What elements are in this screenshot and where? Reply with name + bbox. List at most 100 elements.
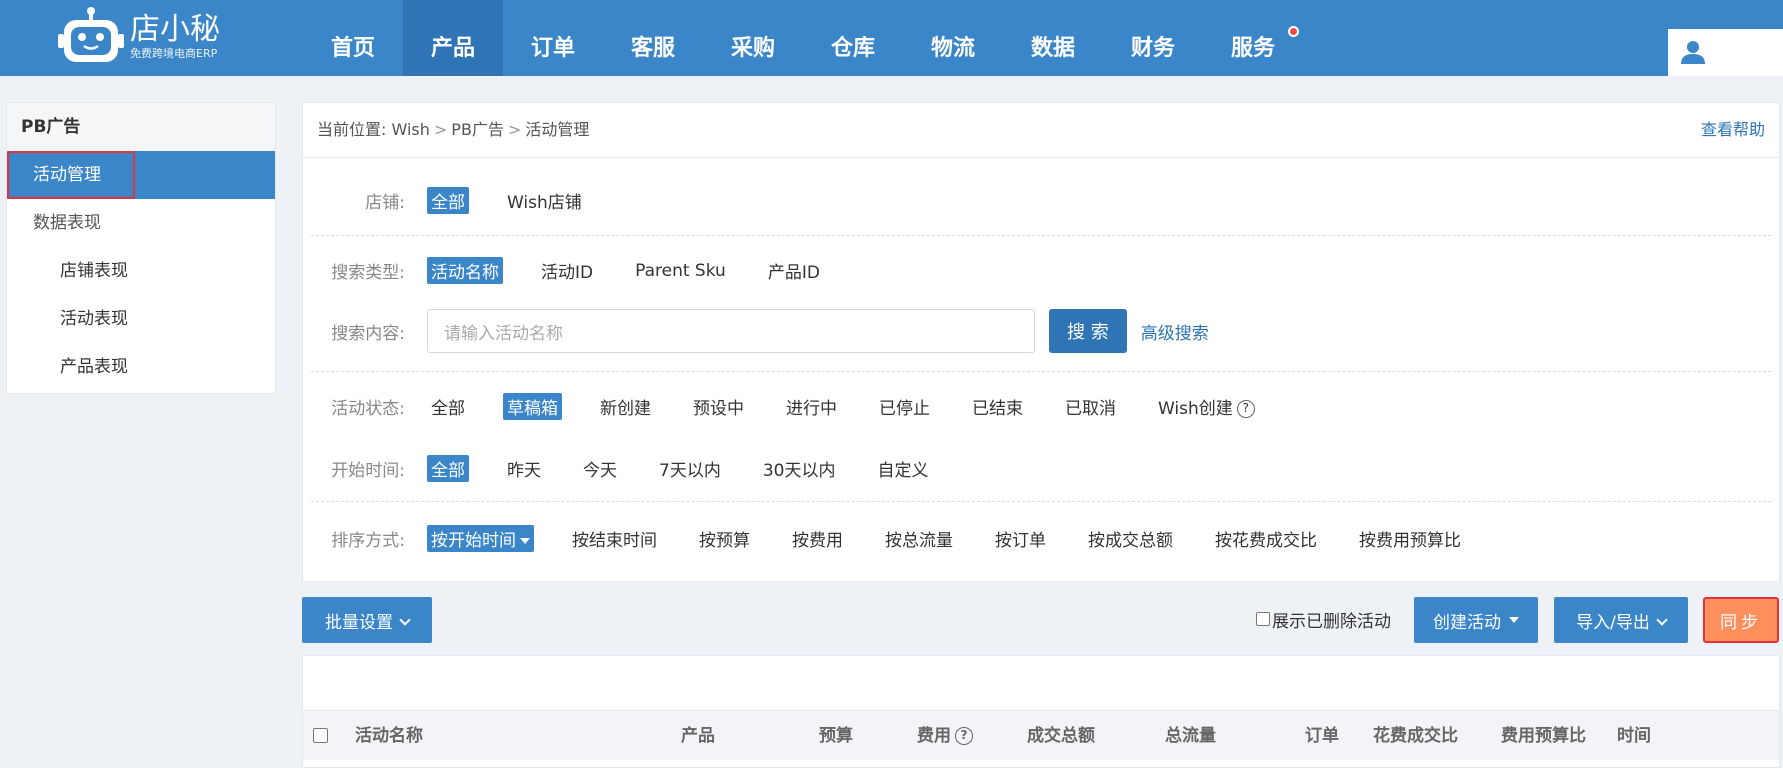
nav-item-finance[interactable]: 财务: [1103, 0, 1203, 76]
advanced-search-link[interactable]: 高级搜索: [1141, 319, 1209, 344]
filter-row-store: 店铺: 全部 Wish店铺: [303, 187, 1779, 214]
nav-item-customer-service[interactable]: 客服: [603, 0, 703, 76]
breadcrumb-item[interactable]: PB广告: [451, 120, 504, 139]
start-time-option[interactable]: 昨天: [503, 455, 545, 482]
status-option-wish-created[interactable]: Wish创建?: [1154, 393, 1259, 420]
sidebar-item-product-performance[interactable]: 产品表现: [7, 343, 275, 391]
sidebar-item-label: 活动表现: [60, 309, 128, 329]
sort-option-start-time[interactable]: 按开始时间: [427, 525, 534, 552]
nav-label: 数据: [1030, 36, 1075, 61]
breadcrumb-prefix: 当前位置:: [317, 120, 387, 139]
show-deleted-checkbox[interactable]: [1256, 612, 1270, 626]
sidebar-item-store-performance[interactable]: 店铺表现: [7, 247, 275, 295]
main-nav: 首页 产品 订单 客服 采购 仓库 物流 数据 财务 服务: [303, 0, 1303, 76]
highlight-frame: [7, 151, 135, 199]
button-label: 导入/导出: [1576, 612, 1650, 633]
start-time-option[interactable]: 30天以内: [759, 455, 840, 482]
nav-item-orders[interactable]: 订单: [503, 0, 603, 76]
search-button[interactable]: 搜 索: [1049, 309, 1127, 353]
top-navbar: 店小秘 免费跨境电商ERP 首页 产品 订单 客服 采购 仓库 物流 数据 财务…: [0, 0, 1783, 76]
column-header[interactable]: 产品: [681, 711, 715, 761]
sidebar-item-label: 产品表现: [60, 357, 128, 377]
status-option[interactable]: 已取消: [1061, 393, 1120, 420]
filter-row-start-time: 开始时间: 全部 昨天 今天 7天以内 30天以内 自定义: [303, 455, 1779, 482]
search-type-option[interactable]: 产品ID: [764, 257, 824, 284]
sidebar: PB广告 活动管理 数据表现 店铺表现 活动表现 产品表现: [6, 102, 276, 394]
nav-item-product[interactable]: 产品: [403, 0, 503, 76]
breadcrumb-item[interactable]: Wish: [392, 120, 430, 139]
start-time-option[interactable]: 今天: [579, 455, 621, 482]
search-type-option[interactable]: 活动名称: [427, 257, 503, 284]
filter-label: 开始时间:: [331, 461, 405, 481]
show-deleted-label: 展示已删除活动: [1272, 611, 1391, 632]
column-header[interactable]: 成交总额: [1027, 711, 1095, 761]
nav-item-warehouse[interactable]: 仓库: [803, 0, 903, 76]
start-time-option[interactable]: 自定义: [873, 455, 932, 482]
column-header[interactable]: 活动名称: [355, 711, 423, 761]
show-deleted-toggle[interactable]: 展示已删除活动: [1256, 606, 1391, 632]
column-header[interactable]: 花费成交比: [1373, 711, 1458, 761]
sidebar-title: PB广告: [7, 103, 275, 151]
column-header-cost[interactable]: 费用?: [917, 711, 973, 761]
sort-option-label: 按开始时间: [431, 531, 516, 551]
sort-option[interactable]: 按结束时间: [568, 525, 661, 552]
notification-dot: [1288, 26, 1299, 37]
sort-option[interactable]: 按费用: [788, 525, 847, 552]
start-time-option[interactable]: 7天以内: [655, 455, 725, 482]
sort-option[interactable]: 按总流量: [881, 525, 957, 552]
store-option-wish[interactable]: Wish店铺: [503, 187, 586, 214]
status-option[interactable]: 已结束: [968, 393, 1027, 420]
user-icon: [1681, 41, 1705, 64]
column-header[interactable]: 时间: [1617, 711, 1651, 761]
search-type-option[interactable]: Parent Sku: [631, 260, 730, 282]
sort-option[interactable]: 按订单: [991, 525, 1050, 552]
nav-label: 订单: [530, 36, 575, 61]
nav-label: 采购: [730, 36, 775, 61]
breadcrumb-item: 活动管理: [525, 120, 590, 139]
status-option[interactable]: 进行中: [782, 393, 841, 420]
search-type-option[interactable]: 活动ID: [537, 257, 597, 284]
robot-logo-icon: [58, 7, 124, 62]
button-label: 创建活动: [1433, 612, 1501, 633]
button-label: 批量设置: [325, 612, 393, 633]
status-option[interactable]: 已停止: [875, 393, 934, 420]
column-header[interactable]: 总流量: [1165, 711, 1216, 761]
status-option[interactable]: 新创建: [596, 393, 655, 420]
nav-item-purchase[interactable]: 采购: [703, 0, 803, 76]
create-campaign-button[interactable]: 创建活动: [1414, 597, 1538, 643]
search-input[interactable]: 请输入活动名称: [427, 309, 1035, 353]
sort-option[interactable]: 按成交总额: [1084, 525, 1177, 552]
start-time-option[interactable]: 全部: [427, 455, 469, 482]
nav-item-logistics[interactable]: 物流: [903, 0, 1003, 76]
column-header[interactable]: 费用预算比: [1501, 711, 1586, 761]
sort-option[interactable]: 按花费成交比: [1211, 525, 1321, 552]
nav-item-services[interactable]: 服务: [1203, 0, 1303, 76]
filter-panel: 当前位置: Wish > PB广告 > 活动管理 查看帮助 店铺: 全部 Wish店铺 …: [302, 102, 1780, 582]
sidebar-item-campaign-performance[interactable]: 活动表现: [7, 295, 275, 343]
filter-label: 搜索内容:: [331, 323, 405, 344]
nav-item-data[interactable]: 数据: [1003, 0, 1103, 76]
status-option[interactable]: 预设中: [689, 393, 748, 420]
status-option[interactable]: 全部: [427, 393, 469, 420]
store-option-all[interactable]: 全部: [427, 187, 469, 214]
sidebar-item-data-performance[interactable]: 数据表现: [7, 199, 275, 247]
nav-item-home[interactable]: 首页: [303, 0, 403, 76]
sync-button[interactable]: 同步: [1703, 597, 1779, 643]
sort-option[interactable]: 按预算: [695, 525, 754, 552]
brand-tagline: 免费跨境电商ERP: [130, 47, 218, 60]
select-all-checkbox[interactable]: [313, 728, 328, 743]
filter-row-search-type: 搜索类型: 活动名称 活动ID Parent Sku 产品ID: [303, 257, 1779, 284]
batch-settings-button[interactable]: 批量设置: [302, 597, 432, 643]
help-circle-icon[interactable]: ?: [955, 727, 973, 745]
brand-logo[interactable]: 店小秘 免费跨境电商ERP: [58, 6, 258, 68]
sidebar-item-campaign-management[interactable]: 活动管理: [7, 151, 275, 199]
user-menu[interactable]: [1668, 29, 1783, 76]
caret-down-icon: [1509, 617, 1519, 623]
import-export-button[interactable]: 导入/导出: [1554, 597, 1688, 643]
column-header[interactable]: 预算: [819, 711, 853, 761]
column-header[interactable]: 订单: [1305, 711, 1339, 761]
sort-option[interactable]: 按费用预算比: [1355, 525, 1465, 552]
help-circle-icon[interactable]: ?: [1236, 400, 1255, 418]
help-link[interactable]: 查看帮助: [1701, 103, 1765, 157]
status-option[interactable]: 草稿箱: [503, 393, 562, 420]
